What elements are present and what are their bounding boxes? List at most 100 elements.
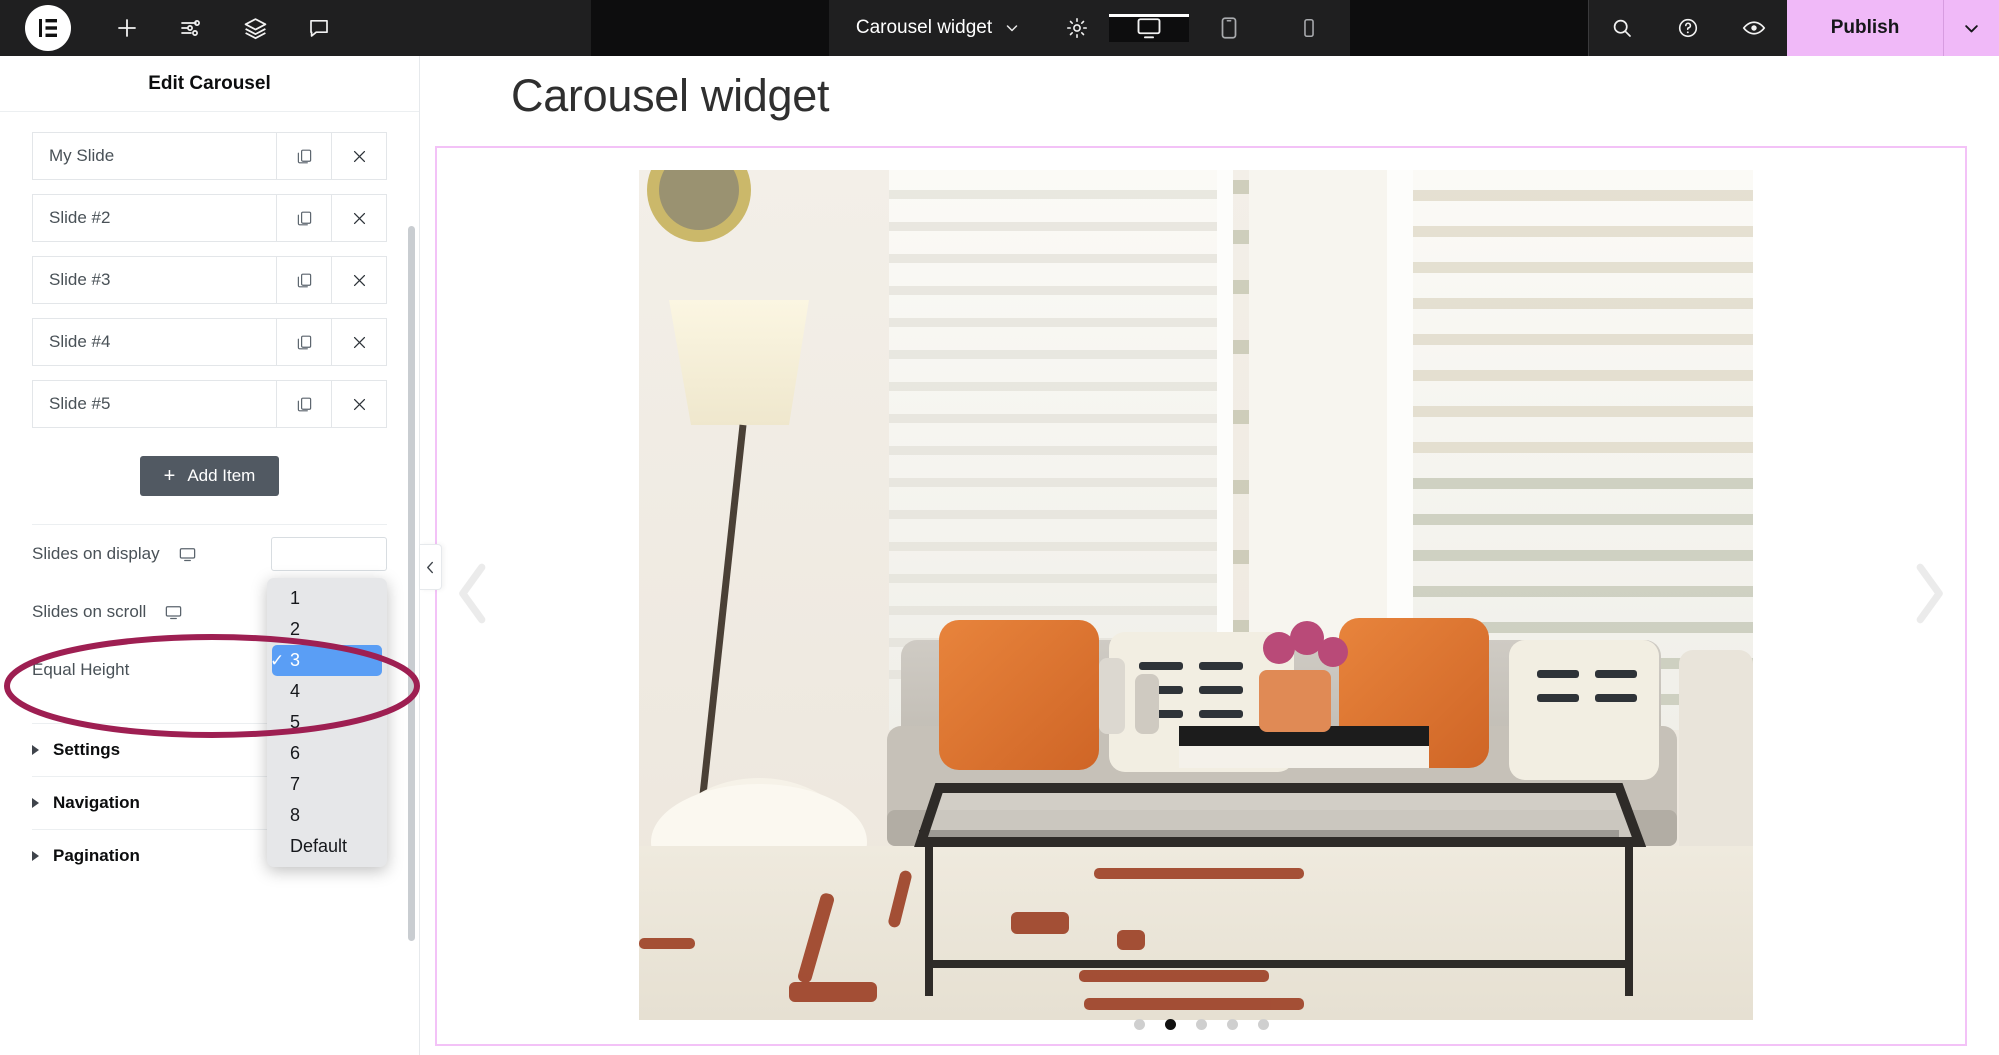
slides-on-scroll-dropdown[interactable]: 1 2 ✓ 3 4 5 6 7 8 Default bbox=[267, 578, 387, 867]
help-button[interactable] bbox=[1655, 0, 1721, 56]
desktop-icon bbox=[166, 605, 182, 619]
caret-right-icon bbox=[32, 851, 39, 861]
caret-right-icon bbox=[32, 798, 39, 808]
copy-icon bbox=[297, 149, 311, 163]
dropdown-option-label: 4 bbox=[290, 681, 301, 701]
checkmark-icon: ✓ bbox=[270, 650, 285, 670]
dropdown-option-selected[interactable]: ✓ 3 bbox=[270, 645, 382, 676]
copy-icon bbox=[297, 211, 311, 225]
close-x-icon bbox=[353, 336, 365, 348]
toolbar-spacer-left bbox=[591, 0, 829, 56]
dropdown-option-label: 6 bbox=[290, 743, 301, 763]
dropdown-option[interactable]: 6 bbox=[272, 738, 382, 769]
control-label: Slides on display bbox=[32, 544, 160, 563]
living-room-sofa-photo bbox=[639, 170, 1753, 1020]
pagination-dot[interactable] bbox=[1226, 1019, 1238, 1030]
device-tablet-button[interactable] bbox=[1189, 14, 1269, 42]
list-item[interactable]: My Slide bbox=[32, 132, 387, 180]
desktop-icon[interactable] bbox=[178, 545, 197, 564]
section-label: Settings bbox=[53, 740, 121, 759]
remove-slide-button[interactable] bbox=[331, 257, 386, 303]
search-icon bbox=[1613, 19, 1631, 37]
structure-layers-button[interactable] bbox=[223, 0, 287, 56]
pagination-dot[interactable] bbox=[1133, 1019, 1145, 1030]
device-preview-group bbox=[1109, 14, 1349, 42]
add-element-button[interactable] bbox=[95, 0, 159, 56]
publish-button[interactable]: Publish bbox=[1787, 0, 1943, 56]
dropdown-option[interactable]: Default bbox=[272, 831, 382, 862]
dropdown-option[interactable]: 2 bbox=[272, 614, 382, 645]
site-settings-button[interactable] bbox=[159, 0, 223, 56]
desktop-icon bbox=[179, 547, 195, 561]
dropdown-option[interactable]: 1 bbox=[272, 583, 382, 614]
dropdown-option[interactable]: 5 bbox=[272, 707, 382, 738]
elementor-logo-button[interactable] bbox=[0, 0, 95, 56]
add-item-label: Add Item bbox=[187, 466, 256, 485]
add-item-row: + Add Item bbox=[32, 456, 387, 496]
panel-scrollbar[interactable] bbox=[408, 226, 415, 941]
pagination-dot-active[interactable] bbox=[1164, 1019, 1176, 1030]
remove-slide-button[interactable] bbox=[331, 195, 386, 241]
list-item[interactable]: Slide #5 bbox=[32, 380, 387, 428]
carousel-widget-frame[interactable] bbox=[435, 146, 1967, 1046]
slide-title[interactable]: Slide #3 bbox=[33, 257, 276, 303]
page-settings-button[interactable] bbox=[1046, 16, 1108, 40]
panel-collapse-handle[interactable] bbox=[420, 544, 442, 590]
duplicate-slide-button[interactable] bbox=[276, 381, 331, 427]
carousel-prev-button[interactable] bbox=[451, 562, 495, 631]
question-circle-icon bbox=[1678, 18, 1698, 38]
panel-header: Edit Carousel bbox=[0, 56, 419, 112]
duplicate-slide-button[interactable] bbox=[276, 133, 331, 179]
close-x-icon bbox=[353, 150, 365, 162]
slides-on-display-select[interactable] bbox=[271, 537, 387, 571]
publish-label: Publish bbox=[1830, 17, 1900, 38]
duplicate-slide-button[interactable] bbox=[276, 195, 331, 241]
remove-slide-button[interactable] bbox=[331, 381, 386, 427]
list-item[interactable]: Slide #2 bbox=[32, 194, 387, 242]
device-desktop-button[interactable] bbox=[1109, 14, 1190, 42]
eye-icon bbox=[1742, 21, 1766, 35]
carousel-slide-image[interactable] bbox=[639, 170, 1753, 1020]
control-slides-on-display: Slides on display bbox=[32, 525, 387, 583]
copy-icon bbox=[297, 397, 311, 411]
dropdown-option-label: 8 bbox=[290, 805, 301, 825]
close-x-icon bbox=[353, 212, 365, 224]
publish-options-button[interactable] bbox=[1943, 0, 1999, 56]
dropdown-option-label: 3 bbox=[290, 650, 301, 670]
pagination-dot[interactable] bbox=[1257, 1019, 1269, 1030]
device-mobile-button[interactable] bbox=[1269, 14, 1349, 42]
slide-title[interactable]: Slide #5 bbox=[33, 381, 276, 427]
list-item[interactable]: Slide #3 bbox=[32, 256, 387, 304]
toolbar-center-group: Carousel widget bbox=[828, 0, 1351, 56]
control-label: Slides on scroll bbox=[32, 602, 147, 621]
close-x-icon bbox=[353, 398, 365, 410]
top-toolbar: Carousel widget Publish bbox=[0, 0, 1999, 56]
duplicate-slide-button[interactable] bbox=[276, 257, 331, 303]
slide-title[interactable]: Slide #2 bbox=[33, 195, 276, 241]
notes-comment-button[interactable] bbox=[287, 0, 351, 56]
search-button[interactable] bbox=[1589, 0, 1655, 56]
slide-title[interactable]: My Slide bbox=[33, 133, 276, 179]
close-x-icon bbox=[353, 274, 365, 286]
preview-changes-button[interactable] bbox=[1721, 0, 1787, 56]
dropdown-option[interactable]: 8 bbox=[272, 800, 382, 831]
chevron-right-icon bbox=[1916, 563, 1943, 624]
elementor-logo-icon bbox=[24, 5, 71, 51]
slide-title[interactable]: Slide #4 bbox=[33, 319, 276, 365]
remove-slide-button[interactable] bbox=[331, 319, 386, 365]
list-item[interactable]: Slide #4 bbox=[32, 318, 387, 366]
dropdown-option[interactable]: 7 bbox=[272, 769, 382, 800]
layers-icon bbox=[244, 17, 266, 39]
desktop-icon[interactable] bbox=[164, 603, 183, 622]
editor-panel: Edit Carousel My Slide Slide #2 Slide #3… bbox=[0, 56, 420, 1055]
pagination-dot[interactable] bbox=[1195, 1019, 1207, 1030]
toolbar-left-spacer bbox=[351, 0, 591, 56]
duplicate-slide-button[interactable] bbox=[276, 319, 331, 365]
remove-slide-button[interactable] bbox=[331, 133, 386, 179]
gear-icon bbox=[1067, 18, 1088, 38]
dropdown-option[interactable]: 4 bbox=[272, 676, 382, 707]
add-item-button[interactable]: + Add Item bbox=[139, 456, 280, 496]
widget-name-selector[interactable]: Carousel widget bbox=[830, 0, 1046, 56]
carousel-next-button[interactable] bbox=[1907, 562, 1951, 631]
dropdown-option-label: 1 bbox=[290, 588, 301, 608]
